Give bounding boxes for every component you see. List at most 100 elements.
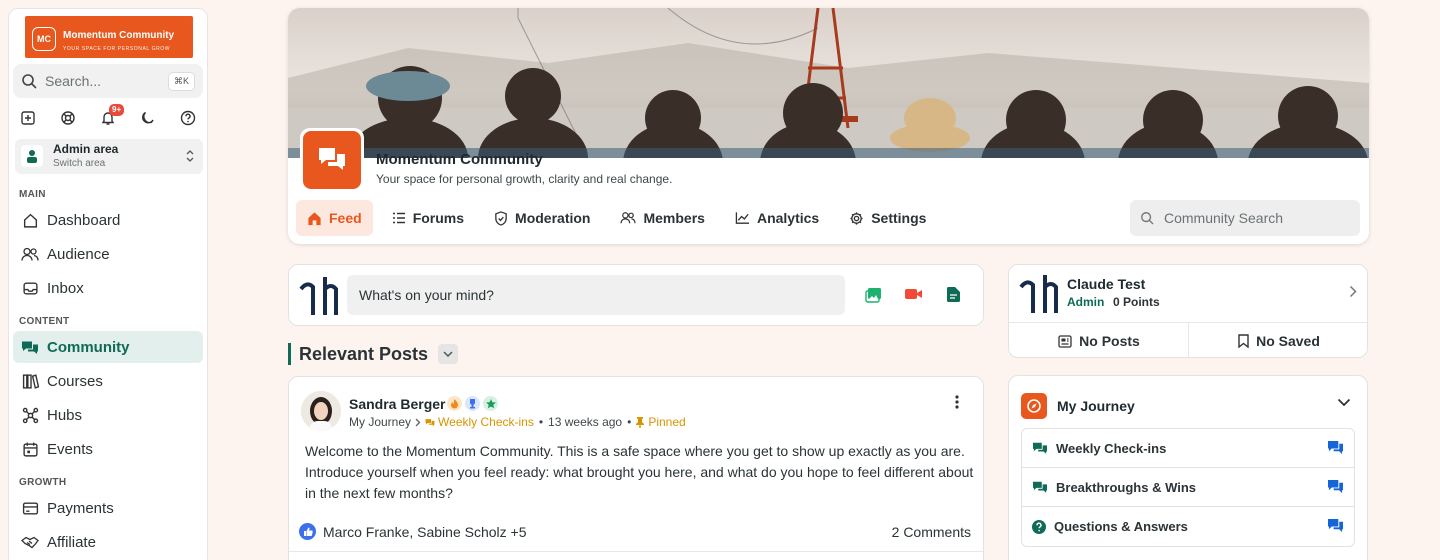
logo-tagline: YOUR SPACE FOR PERSONAL GROW: [63, 46, 171, 52]
post-meta: My Journey Weekly Check-ins • 13 weeks a…: [349, 415, 686, 429]
compass-icon: [1021, 393, 1047, 419]
users-icon: [620, 212, 637, 224]
sidebar-search[interactable]: Search... ⌘K: [13, 64, 203, 98]
community-header: Momentum Community Your space for person…: [288, 8, 1369, 244]
search-shortcut: ⌘K: [167, 71, 195, 91]
chevron-down-icon[interactable]: [1337, 398, 1351, 407]
shield-icon: [495, 210, 507, 226]
section-main: MAIN: [19, 189, 46, 200]
admin-avatar-icon: [21, 145, 43, 167]
user-avatar: [299, 277, 338, 315]
home-icon: [21, 211, 39, 229]
moon-icon[interactable]: [135, 105, 161, 131]
tab-feed[interactable]: Feed: [296, 200, 373, 236]
sidebar-item-events[interactable]: Events: [13, 433, 203, 465]
reaction-names: Marco Franke, Sabine Scholz +5: [323, 523, 527, 540]
post-card: Sandra Berger My Journey Weekly Check-in…: [288, 376, 984, 560]
sidebar-item-dashboard[interactable]: Dashboard: [13, 204, 203, 236]
community-search-input[interactable]: Community Search: [1130, 200, 1360, 236]
chart-line-icon: [735, 212, 750, 224]
sidebar-item-courses[interactable]: Courses: [13, 365, 203, 397]
area-subtitle: Switch area: [53, 158, 106, 169]
forum-icon: [1327, 518, 1344, 536]
bell-icon[interactable]: 9+: [95, 104, 125, 131]
calendar-icon: [21, 440, 39, 458]
notification-badge: 9+: [109, 104, 125, 116]
post-journey[interactable]: My Journey: [349, 415, 411, 429]
tab-members[interactable]: Members: [609, 200, 715, 236]
sidebar-item-hubs[interactable]: Hubs: [13, 399, 203, 431]
community-logo[interactable]: MC Momentum Community YOUR SPACE FOR PER…: [25, 16, 193, 58]
logo-name: Momentum Community: [63, 30, 175, 41]
section-content: CONTENT: [19, 316, 70, 327]
user-avatar: [1019, 275, 1058, 313]
journey-item[interactable]: Questions & Answers: [1022, 507, 1354, 546]
section-growth: GROWTH: [19, 477, 67, 488]
handshake-icon: [21, 533, 39, 551]
author-avatar[interactable]: [301, 391, 341, 431]
bookmark-icon: [1238, 334, 1249, 348]
chevron-right-icon[interactable]: [1349, 285, 1357, 298]
journey-item[interactable]: Weekly Check-ins: [1022, 429, 1354, 468]
tab-label: Members: [643, 210, 705, 226]
feed-sort-dropdown[interactable]: [438, 344, 459, 364]
user-saved-button[interactable]: No Saved: [1189, 323, 1367, 357]
tab-analytics[interactable]: Analytics: [724, 200, 830, 236]
sidebar-item-label: Community: [47, 338, 130, 356]
chevron-right-icon: [415, 418, 421, 426]
journey-item-label: Breakthroughs & Wins: [1056, 479, 1197, 495]
chat-bubbles-icon: [21, 338, 39, 356]
question-icon: [1032, 519, 1046, 534]
add-icon[interactable]: [15, 105, 41, 131]
trophy-icon: [465, 396, 480, 411]
post-composer: What's on your mind?: [288, 264, 984, 326]
tab-forums[interactable]: Forums: [381, 200, 475, 236]
post-time: 13 weeks ago: [548, 415, 623, 429]
users-icon: [21, 245, 39, 263]
chat-bubbles-icon: [1032, 441, 1048, 455]
post-reactions[interactable]: Marco Franke, Sabine Scholz +5: [299, 523, 527, 540]
flame-icon: [447, 396, 462, 411]
chevron-down-icon: [443, 351, 453, 357]
pin-icon: [636, 416, 645, 428]
area-switcher[interactable]: Admin area Switch area: [15, 139, 203, 174]
sidebar-item-label: Audience: [47, 245, 110, 263]
user-name[interactable]: Claude Test: [1067, 276, 1145, 292]
composer-input[interactable]: What's on your mind?: [347, 275, 845, 315]
tab-settings[interactable]: Settings: [838, 200, 937, 236]
journey-item[interactable]: Breakthroughs & Wins: [1022, 468, 1354, 507]
sidebar-item-payments[interactable]: Payments: [13, 492, 203, 524]
heading-accent-bar: [288, 343, 291, 365]
search-icon: [22, 74, 37, 89]
post-author[interactable]: Sandra Berger: [349, 396, 445, 412]
tab-label: Feed: [329, 210, 362, 226]
sidebar-item-label: Hubs: [47, 406, 83, 424]
community-search-placeholder: Community Search: [1164, 210, 1284, 226]
sidebar-item-community[interactable]: Community: [13, 331, 203, 363]
chat-bubbles-icon: [319, 148, 345, 170]
community-subtitle: Your space for personal growth, clarity …: [376, 172, 673, 186]
user-role: Admin: [1067, 295, 1105, 309]
chevron-updown-icon: [186, 150, 194, 162]
credit-card-icon: [21, 499, 39, 517]
forum-icon: [1327, 440, 1344, 458]
post-body: Welcome to the Momentum Community. This …: [305, 443, 974, 501]
more-options-icon[interactable]: [955, 395, 959, 409]
sidebar-item-affiliate[interactable]: Affiliate: [13, 526, 203, 558]
user-posts-button[interactable]: No Posts: [1009, 323, 1189, 357]
community-tabs: Feed Forums Moderation Members Analytics…: [296, 200, 945, 236]
quick-actions: 9+: [9, 104, 207, 131]
tab-moderation[interactable]: Moderation: [483, 200, 601, 236]
community-icon: [300, 128, 364, 192]
chat-bubbles-icon: [1032, 480, 1048, 494]
sidebar-item-audience[interactable]: Audience: [13, 238, 203, 270]
image-icon[interactable]: [865, 287, 882, 303]
video-icon[interactable]: [905, 287, 923, 301]
help-icon[interactable]: [175, 105, 201, 131]
post-comments-count[interactable]: 2 Comments: [892, 524, 971, 540]
sidebar-item-label: Affiliate: [47, 533, 96, 551]
document-icon[interactable]: [947, 287, 960, 302]
post-forum[interactable]: Weekly Check-ins: [438, 415, 534, 429]
sidebar-item-inbox[interactable]: Inbox: [13, 272, 203, 304]
support-icon[interactable]: [55, 105, 81, 131]
